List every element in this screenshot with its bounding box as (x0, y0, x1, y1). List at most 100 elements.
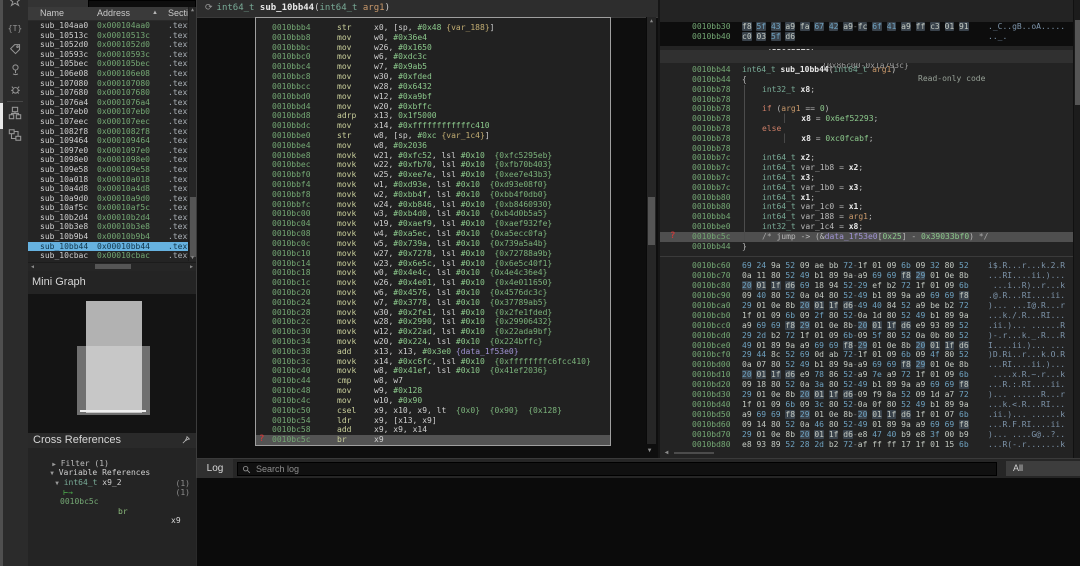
disassembly-line[interactable]: 0010bc14 movk w23, #0x6e5c, lsl #0x10 {0x6… (256, 259, 610, 269)
pin-icon[interactable] (181, 435, 191, 447)
types-icon[interactable]: {T} (6, 19, 24, 37)
log-content[interactable] (196, 478, 1080, 566)
disassembly-line[interactable]: 0010bbf8 movk w2, #0xbb4f, lsl #0x10 {0xbb… (256, 190, 610, 200)
symbol-row[interactable]: sub_10af5c0x00010af5c.text (28, 203, 188, 213)
symbol-row[interactable]: sub_106e080x000106e08.text (28, 69, 188, 79)
function-signature-row[interactable]: 0010bb44 int64_t sub_10bb44(int64_t arg1) (660, 50, 1075, 74)
symbol-row[interactable]: sub_107eb00x000107eb0.text (28, 107, 188, 117)
symbol-row[interactable]: sub_1094640x000109464.text (28, 136, 188, 146)
hex-row[interactable]: 0010bd50 a9 69 69 f8 29 01 0e 8b-20 01 1f… (660, 410, 1075, 420)
hex-row[interactable]: 0010bd30 29 01 0e 8b 20 01 1f d6-09 f9 8a… (660, 390, 1075, 400)
xref-reference-row[interactable]: ⊢→ 0010bc5c br x9 (28, 478, 196, 526)
hlil-line[interactable]: 0010bb7c int64_t x2; (660, 153, 1075, 163)
disassembly-line[interactable]: 0010bc08 movk w4, #0xa5ec, lsl #0x10 {0xa5… (256, 229, 610, 239)
location-pin-icon[interactable] (6, 60, 24, 78)
hex-row[interactable]: 0010bd70 29 01 0e 8b 20 01 1f d6-e8 47 40… (660, 429, 1075, 440)
hlil-line[interactable]: 0010bb78 │ x8 = 0xc0fcabf; (660, 134, 1075, 144)
symbol-row[interactable]: sub_1070800x000107080.text (28, 79, 188, 89)
hex-row[interactable]: 0010bcf0 29 44 8c 52 69 0d ab 72-1f 01 09… (660, 350, 1075, 360)
hex-row[interactable]: 0010bcd0 29 2d b2 72 1f 01 09 6b-09 5f 80… (660, 331, 1075, 341)
hex-row[interactable]: 0010bc90 09 40 80 52 0a 04 80 52-49 b1 89… (660, 290, 1075, 301)
hlil-listing[interactable]: 0010bb44{0010bb78 int32_t x8; 0010bb78 0010… (660, 75, 1075, 251)
bug-icon[interactable] (6, 80, 24, 98)
hlil-line[interactable]: 0010bb7c int64_t var_1b0 = x3; (660, 183, 1075, 193)
hlil-line[interactable]: 0010bb78 int32_t x8; (660, 85, 1075, 95)
symbol-row[interactable]: sub_10a9d00x00010a9d0.text (28, 194, 188, 204)
disassembly-listing[interactable]: 0010bbb4 str x0, [sp, #0x48 {var_188}] 0010… (255, 17, 611, 446)
symbol-row[interactable]: sub_10513c0x00010513c.text (28, 31, 188, 41)
hlil-line[interactable]: ? 0010bc5c/* jump -> (&data_1f53e0[0x25] … (660, 231, 1075, 242)
symbol-row[interactable]: sub_10593c0x00010593c.text (28, 50, 188, 60)
hex-row[interactable]: 0010bc70 0a 11 80 52 49 b1 89 9a-a9 69 69… (660, 270, 1075, 281)
symbol-row[interactable]: sub_105bec0x000105bec.text (28, 59, 188, 69)
disassembly-line[interactable]: 0010bc18 movk w0, #0x4e4c, lsl #0x10 {0x4e… (256, 268, 610, 278)
scroll-down-arrow[interactable]: ▼ (645, 446, 654, 455)
disassembly-line[interactable]: 0010bbf0 movk w25, #0xee7e, lsl #0x10 {0xe… (256, 170, 610, 180)
disassembly-line[interactable]: 0010bc04 movk w19, #0xaef9, lsl #0x10 {0xa… (256, 219, 610, 229)
symbol-row[interactable]: sub_1082f80x0001082f8.text (28, 127, 188, 137)
disassembly-line[interactable]: 0010bbdc mov x14, #0xffffffffffffc410 (256, 121, 610, 131)
disassembly-line[interactable]: 0010bc2c movk w28, #0x2990, lsl #0x10 {0x2… (256, 317, 610, 327)
disassembly-line[interactable]: 0010bbd4 mov w20, #0xbffc (256, 102, 610, 112)
disassembly-line[interactable]: 0010bbe4 mov w8, #0x2036 (256, 141, 610, 151)
symbol-row[interactable]: sub_10a0180x00010a018.text (28, 175, 188, 185)
hex-dump[interactable]: 0010bc60 69 24 9a 52 09 ae bb 72-1f 01 09… (660, 261, 1075, 458)
hlil-line[interactable]: 0010bb44{ (660, 75, 1075, 85)
disassembly-line[interactable]: 0010bc44 cmp w8, w7 (256, 376, 610, 386)
disassembly-line[interactable]: 0010bc34 movk w20, #0x224, lsl #0x10 {0x22… (256, 337, 610, 347)
disassembly-line[interactable]: 0010bbc8 mov w30, #0xfded (256, 72, 610, 82)
disassembly-line[interactable]: 0010bc00 movk w3, #0xb4d0, lsl #0x10 {0xb4… (256, 209, 610, 219)
hex-row[interactable]: 0010bce0 49 01 89 9a a9 69 69 f8-29 01 0e… (660, 340, 1075, 351)
hex-row[interactable]: 0010bd40 1f 01 09 6b 09 3c 80 52-0a 0f 80… (660, 400, 1075, 410)
cross-references-icon[interactable] (6, 126, 24, 144)
tab-log[interactable]: Log (197, 459, 233, 479)
hlil-line[interactable]: 0010bb7c int64_t var_1b8 = x2; (660, 163, 1075, 173)
disassembly-line[interactable]: 0010bc10 movk w27, #0x7278, lsl #0x10 {0x7… (256, 249, 610, 259)
hlil-line[interactable]: 0010bb78 (660, 95, 1075, 105)
hlil-line[interactable]: 0010bb7c int64_t x3; (660, 173, 1075, 183)
hex-row[interactable]: 0010bca0 29 01 0e 8b 20 01 1f d6-49 40 84… (660, 300, 1075, 311)
column-name[interactable]: Name (40, 8, 64, 18)
disassembly-line[interactable]: 0010bbbc mov w26, #0x1650 (256, 43, 610, 53)
disassembly-line[interactable]: 0010bbb8 mov w0, #0x36e4 (256, 33, 610, 43)
symbol-row[interactable]: sub_104aa00x000104aa0.text (28, 21, 188, 31)
symbols-table-header[interactable]: Name Address ▲ Section (28, 7, 198, 21)
hex-row[interactable]: 0010bd80 e8 93 89 52 28 2d b2 72-af ff ff… (660, 440, 1075, 450)
disassembly-line[interactable]: 0010bc58 add x9, x9, x14 (256, 425, 610, 435)
hlil-line[interactable]: 0010bb44} (660, 242, 1075, 252)
right-horizontal-scrollbar[interactable] (674, 452, 714, 454)
symbols-horizontal-scrollbar[interactable]: ◀ ▶ (28, 262, 196, 271)
mini-graph[interactable] (28, 294, 196, 433)
disassembly-line[interactable]: 0010bbc4 mov w7, #0x9ab5 (256, 62, 610, 72)
symbol-row[interactable]: sub_10bb440x00010bb44.text (28, 241, 188, 252)
disassembly-line[interactable]: 0010bbe0 str w8, [sp, #0xc {var_1c4}] (256, 131, 610, 141)
hlil-line[interactable]: 0010bbe0 int32_t var_1c4 = x8; (660, 222, 1075, 232)
symbol-row[interactable]: sub_10b9b40x00010b9b4.text (28, 232, 188, 242)
hlil-line[interactable]: 0010bb80 int64_t var_1c0 = x1; (660, 202, 1075, 212)
disassembly-line[interactable]: 0010bc40 movk w8, #0x41ef, lsl #0x10 {0x41… (256, 366, 610, 376)
log-search-input[interactable]: Search log (237, 462, 997, 476)
disassembly-line[interactable]: 0010bbe8 movk w21, #0xfc52, lsl #0x10 {0xf… (256, 151, 610, 161)
symbol-row[interactable]: sub_10a4d80x00010a4d8.text (28, 184, 188, 194)
disassembly-line[interactable]: 0010bc38 add x13, x13, #0x3e0 {data_1f53e0… (256, 347, 610, 357)
symbol-row[interactable]: sub_1097e00x0001097e0.text (28, 146, 188, 156)
hex-row[interactable]: 0010bd10 20 01 1f d6 e9 78 86 52-a9 7e a9… (660, 370, 1075, 380)
disassembly-line[interactable]: 0010bc1c movk w26, #0x4e01, lsl #0x10 {0x4… (256, 278, 610, 288)
symbol-row[interactable]: sub_109e580x000109e58.text (28, 165, 188, 175)
disassembly-line[interactable]: 0010bbf4 movk w1, #0xd93e, lsl #0x10 {0xd9… (256, 180, 610, 190)
disassembly-line[interactable]: 0010bbc0 mov w6, #0xdc3c (256, 52, 610, 62)
disassembly-line[interactable]: 0010bc3c movk x14, #0xc6fc, lsl #0x10 {0xf… (256, 357, 610, 367)
log-filter-dropdown[interactable]: All (1006, 461, 1080, 476)
disassembly-line[interactable]: ? 0010bc5c br x9 (256, 434, 610, 445)
disassembly-line[interactable]: 0010bbfc movk w24, #0xb846, lsl #0x10 {0xb… (256, 200, 610, 210)
disassembly-line[interactable]: 0010bbcc mov w28, #0x6432 (256, 82, 610, 92)
tag-icon[interactable] (6, 40, 24, 58)
mini-graph-viewport[interactable] (77, 346, 150, 415)
hex-row[interactable]: 0010bcc0 a9 69 69 f8 29 01 0e 8b-20 01 1f… (660, 320, 1075, 331)
hlil-line[interactable]: 0010bb78 (660, 144, 1075, 154)
disassembly-line[interactable]: 0010bc0c movk w5, #0x739a, lsl #0x10 {0x73… (256, 239, 610, 249)
symbol-row[interactable]: sub_10b2d40x00010b2d4.text (28, 213, 188, 223)
disassembly-line[interactable]: 0010bc48 mov w9, #0x128 (256, 386, 610, 396)
hex-row[interactable]: 0010bb40 c0 03 5f d6 .._. (660, 32, 1075, 42)
right-vertical-scrollbar[interactable] (1073, 0, 1080, 458)
